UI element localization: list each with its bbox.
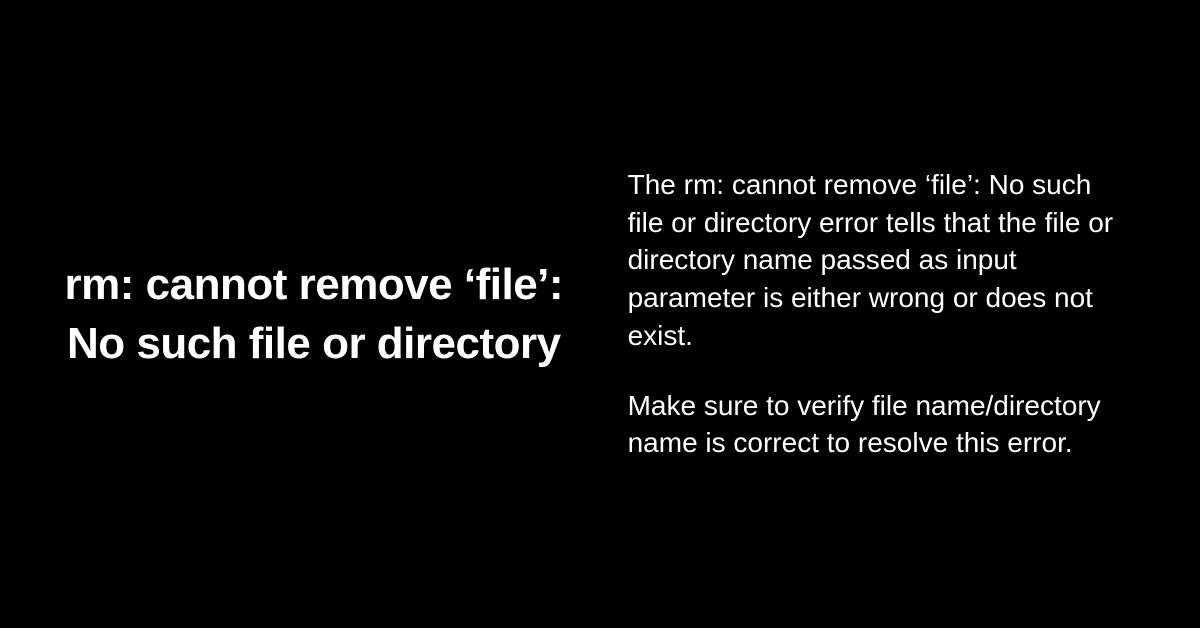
- right-column: The rm: cannot remove ‘file’: No such fi…: [628, 166, 1140, 463]
- left-column: rm: cannot remove ‘file’: No such file o…: [60, 255, 568, 374]
- content-container: rm: cannot remove ‘file’: No such file o…: [60, 166, 1140, 463]
- explanation-paragraph-1: The rm: cannot remove ‘file’: No such fi…: [628, 166, 1120, 355]
- explanation-paragraph-2: Make sure to verify file name/directory …: [628, 387, 1120, 463]
- error-heading: rm: cannot remove ‘file’: No such file o…: [60, 255, 568, 374]
